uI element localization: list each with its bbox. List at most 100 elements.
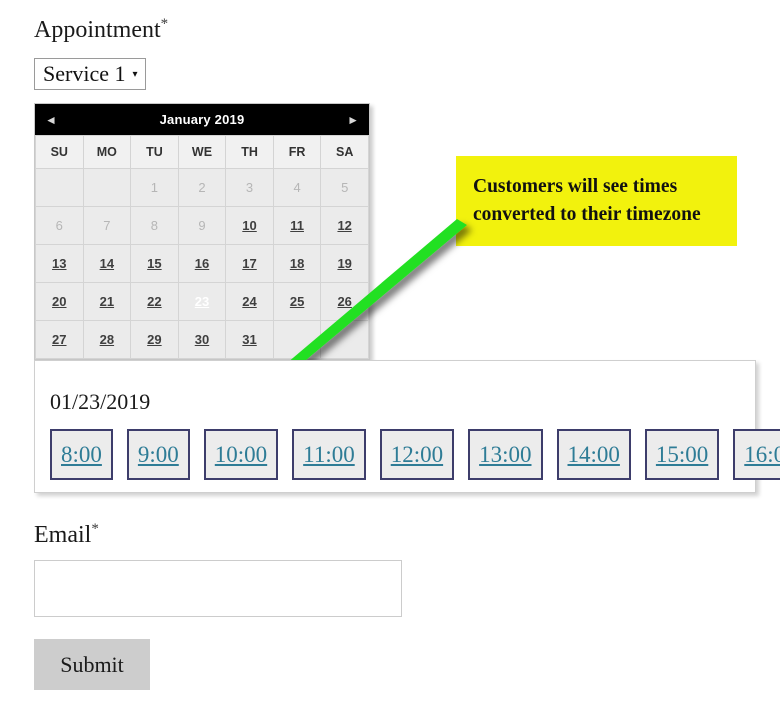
calendar-day-link[interactable]: 28 xyxy=(100,332,114,347)
annotation-line-1: Customers will see times xyxy=(473,176,678,198)
calendar-day-12[interactable]: 12 xyxy=(320,206,369,245)
calendar-day-25[interactable]: 25 xyxy=(272,282,322,321)
calendar-day-link[interactable]: 18 xyxy=(290,256,304,271)
required-asterisk: * xyxy=(91,521,99,537)
time-slot-10-00[interactable]: 10:00 xyxy=(203,429,279,480)
calendar-titlebar: ◄ January 2019 ► xyxy=(35,104,369,135)
calendar-day-link[interactable]: 16 xyxy=(195,256,209,271)
time-slot-9-00[interactable]: 9:00 xyxy=(126,429,190,480)
calendar-day-link[interactable]: 26 xyxy=(337,294,351,309)
calendar-day-link[interactable]: 17 xyxy=(242,256,256,271)
calendar-day-28[interactable]: 28 xyxy=(82,320,132,359)
calendar-weekday-fr: FR xyxy=(272,135,322,169)
calendar-day-18[interactable]: 18 xyxy=(272,244,322,283)
calendar-day-31[interactable]: 31 xyxy=(225,320,274,359)
calendar-day-27[interactable]: 27 xyxy=(35,320,84,359)
calendar-day-16[interactable]: 16 xyxy=(177,244,227,283)
prev-month-icon[interactable]: ◄ xyxy=(45,114,57,126)
calendar-weekday-we: WE xyxy=(177,135,227,169)
calendar-widget[interactable]: ◄ January 2019 ► SU MO TU WE TH FR SA 12345678… xyxy=(34,103,370,360)
required-asterisk: * xyxy=(160,16,169,32)
service-select-value: Service 1 xyxy=(43,61,126,86)
calendar-day-empty xyxy=(320,320,369,359)
calendar-day-11[interactable]: 11 xyxy=(272,206,322,245)
service-select[interactable]: Service 1 ▾ xyxy=(34,58,146,90)
calendar-month-title: January 2019 xyxy=(159,112,245,127)
calendar-day-21[interactable]: 21 xyxy=(82,282,132,321)
calendar-day-empty xyxy=(272,320,322,359)
time-slot-12-00[interactable]: 12:00 xyxy=(379,429,455,480)
next-month-icon[interactable]: ► xyxy=(347,114,359,126)
calendar-day-20[interactable]: 20 xyxy=(35,282,84,321)
time-slot-8-00[interactable]: 8:00 xyxy=(50,429,113,480)
time-slot-label: 9:00 xyxy=(137,441,179,467)
calendar-day-link[interactable]: 14 xyxy=(100,256,114,271)
calendar-day-link[interactable]: 12 xyxy=(337,218,351,233)
calendar-day-empty xyxy=(82,168,132,207)
calendar-day-30[interactable]: 30 xyxy=(177,320,227,359)
annotation-callout: Customers will see times converted to th… xyxy=(456,156,737,246)
calendar-day-link[interactable]: 21 xyxy=(100,294,114,309)
calendar-day-15[interactable]: 15 xyxy=(130,244,179,283)
email-field[interactable] xyxy=(34,560,402,617)
calendar-day-link[interactable]: 19 xyxy=(337,256,351,271)
calendar-day-link[interactable]: 20 xyxy=(52,294,66,309)
calendar-day-link[interactable]: 31 xyxy=(242,332,256,347)
calendar-day-19[interactable]: 19 xyxy=(320,244,369,283)
calendar-day-22[interactable]: 22 xyxy=(130,282,179,321)
time-slot-15-00[interactable]: 15:00 xyxy=(644,429,720,480)
time-slots-panel: 01/23/2019 8:00 9:00 10:00 11:00 12:00 13:00 1… xyxy=(34,360,780,493)
calendar-day-link[interactable]: 23 xyxy=(195,294,209,309)
calendar-day-24[interactable]: 24 xyxy=(225,282,274,321)
time-slot-label: 16:00 xyxy=(744,441,780,467)
calendar-day-link[interactable]: 10 xyxy=(242,218,256,233)
calendar-day-14[interactable]: 14 xyxy=(82,244,132,283)
calendar-weekday-row: SU MO TU WE TH FR SA xyxy=(35,135,369,169)
time-slot-label: 14:00 xyxy=(567,441,620,467)
calendar-week-row: 12345 xyxy=(35,168,369,207)
calendar-day-3: 3 xyxy=(225,168,274,207)
calendar-day-link[interactable]: 24 xyxy=(242,294,256,309)
calendar-day-link[interactable]: 11 xyxy=(290,218,304,233)
calendar-day-4: 4 xyxy=(272,168,322,207)
calendar-weekday-su: SU xyxy=(35,135,84,169)
calendar-day-29[interactable]: 29 xyxy=(130,320,179,359)
calendar-day-link[interactable]: 25 xyxy=(290,294,304,309)
calendar-week-row: 20 21 22 23 24 25 26 xyxy=(35,282,369,321)
time-slot-14-00[interactable]: 14:00 xyxy=(556,429,631,480)
calendar-day-link[interactable]: 15 xyxy=(147,256,161,271)
time-slot-label: 15:00 xyxy=(655,441,709,467)
appointment-label: Appointment* xyxy=(34,16,168,44)
calendar-day-5: 5 xyxy=(320,168,369,207)
calendar-body: 1 2 3 4 5 6 7 8 9 10 11 12 13 14 15 16 17 18 19 20 21 22 23 24 2… xyxy=(35,168,369,359)
selected-date-label: 01/23/2019 xyxy=(50,389,151,414)
calendar-table: SU MO TU WE TH FR SA 1 2 3 4 5 6 7 8 9 10 11 12 13 14 15 16 17… xyxy=(35,135,369,359)
calendar-day-23[interactable]: 23 xyxy=(177,282,227,321)
calendar-day-link[interactable]: 22 xyxy=(147,294,161,309)
calendar-weekday-mo: MO xyxy=(82,135,132,169)
time-slot-16-00[interactable]: 16:00 xyxy=(733,429,780,480)
calendar-day-link[interactable]: 29 xyxy=(147,332,161,347)
time-slot-label: 10:00 xyxy=(214,441,268,467)
calendar-day-6: 6 xyxy=(35,206,84,245)
calendar-day-link[interactable]: 27 xyxy=(52,332,66,347)
calendar-week-row: 13 14 15 16 17 18 19 xyxy=(35,244,369,283)
calendar-weekday-sa: SA xyxy=(320,135,369,169)
time-slot-label: 8:00 xyxy=(61,441,102,467)
calendar-day-17[interactable]: 17 xyxy=(225,244,274,283)
time-slot-13-00[interactable]: 13:00 xyxy=(468,429,543,480)
calendar-day-1: 1 xyxy=(130,168,179,207)
calendar-day-empty xyxy=(35,168,84,207)
time-slot-11-00[interactable]: 11:00 xyxy=(292,429,366,480)
calendar-day-link[interactable]: 30 xyxy=(195,332,209,347)
calendar-week-row: 27 28 29 30 31 xyxy=(35,320,369,359)
email-label-text: Email xyxy=(34,522,92,548)
calendar-day-8: 8 xyxy=(130,206,179,245)
calendar-week-row: 6 7 8 9 10 11 12 xyxy=(35,206,369,245)
calendar-day-10[interactable]: 10 xyxy=(225,206,274,245)
submit-button[interactable]: Submit xyxy=(34,639,150,690)
calendar-day-9: 9 xyxy=(177,206,227,245)
calendar-day-26[interactable]: 26 xyxy=(320,282,369,321)
calendar-day-link[interactable]: 13 xyxy=(52,256,66,271)
calendar-day-13[interactable]: 13 xyxy=(35,244,84,283)
